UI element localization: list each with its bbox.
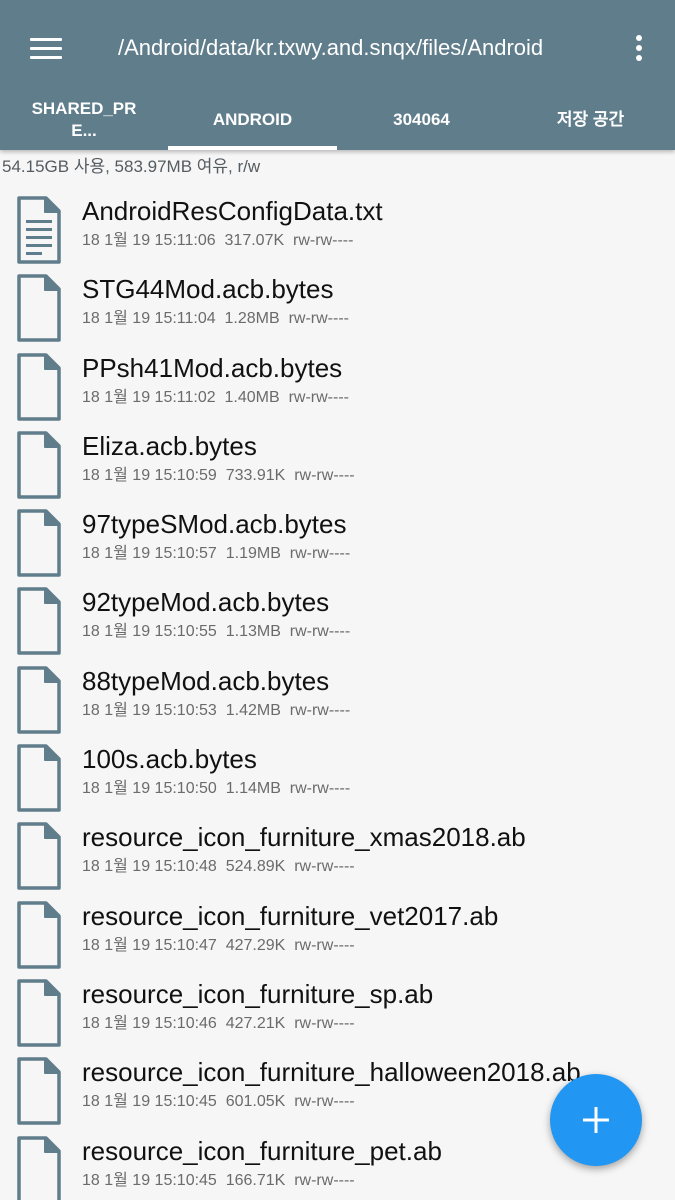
file-icon [16, 742, 62, 814]
file-icon [16, 507, 62, 579]
file-list: AndroidResConfigData.txt 18 1월 19 15:11:0… [0, 190, 675, 1200]
file-details: 18 1월 19 15:11:06 317.07K rw-rw---- [82, 232, 354, 249]
file-list-item[interactable]: 88typeMod.acb.bytes 18 1월 19 15:10:53 1.4… [0, 660, 675, 738]
file-details: 18 1월 19 15:10:48 524.89K rw-rw---- [82, 858, 355, 876]
file-name: PPsh41Mod.acb.bytes [82, 352, 343, 383]
tab-304064[interactable]: 304064 [337, 90, 506, 150]
hamburger-menu-icon[interactable] [22, 28, 70, 68]
selected-tab-indicator [168, 146, 337, 150]
file-details: 18 1월 19 15:10:45 166.71K rw-rw---- [82, 1171, 355, 1189]
storage-info: 54.15GB 사용, 583.97MB 여유, r/w [2, 157, 261, 176]
add-button[interactable] [550, 1074, 642, 1166]
file-list-item[interactable]: PPsh41Mod.acb.bytes 18 1월 19 15:11:02 1.4… [0, 347, 675, 425]
file-name: STG44Mod.acb.bytes [82, 274, 334, 305]
file-icon [16, 899, 62, 971]
file-icon [16, 351, 62, 423]
file-details: 18 1월 19 15:11:04 1.28MB rw-rw---- [82, 310, 349, 328]
tab-storage[interactable]: 저장 공간 [506, 90, 675, 150]
file-list-item[interactable]: resource_icon_furniture_xmas2018.ab 18 1월… [0, 816, 675, 894]
file-list-item[interactable]: 97typeSMod.acb.bytes 18 1월 19 15:10:57 1.… [0, 503, 675, 581]
file-name: resource_icon_furniture_sp.ab [82, 978, 434, 1009]
file-icon [16, 664, 62, 736]
file-details: 18 1월 19 15:10:47 427.29K rw-rw---- [82, 936, 355, 954]
tab-label: 저장 공간 [556, 110, 625, 129]
more-options-icon[interactable] [624, 28, 654, 68]
file-details: 18 1월 19 15:10:46 427.21K rw-rw---- [82, 1014, 355, 1032]
file-name: 88typeMod.acb.bytes [82, 665, 330, 696]
file-details: 18 1월 19 15:11:02 1.40MB rw-rw---- [82, 388, 349, 406]
current-path: /Android/data/kr.txwy.and.snqx/files/And… [118, 35, 544, 60]
text-file-icon [16, 194, 62, 266]
file-list-item[interactable]: 92typeMod.acb.bytes 18 1월 19 15:10:55 1.1… [0, 581, 675, 659]
file-icon [16, 429, 62, 501]
file-name: 97typeSMod.acb.bytes [82, 509, 347, 540]
file-list-item[interactable]: resource_icon_furniture_vet2017.ab 18 1월 … [0, 895, 675, 973]
file-list-item[interactable]: 100s.acb.bytes 18 1월 19 15:10:50 1.14MB r… [0, 738, 675, 816]
tab-android[interactable]: ANDROID [168, 90, 337, 150]
tab-label: 304064 [393, 110, 450, 129]
tab-label: ANDROID [212, 110, 293, 129]
file-list-item[interactable]: AndroidResConfigData.txt 18 1월 19 15:11:0… [0, 190, 675, 268]
file-list-item[interactable]: STG44Mod.acb.bytes 18 1월 19 15:11:04 1.28… [0, 268, 675, 346]
file-icon [16, 1055, 62, 1127]
app-bar: /Android/data/kr.txwy.and.snqx/files/And… [0, 0, 675, 150]
file-details: 18 1월 19 15:10:55 1.13MB rw-rw---- [82, 623, 351, 641]
file-icon [16, 1134, 62, 1200]
file-name: resource_icon_furniture_vet2017.ab [82, 900, 499, 931]
file-name: AndroidResConfigData.txt [82, 196, 383, 226]
file-details: 18 1월 19 15:10:50 1.14MB rw-rw---- [82, 780, 351, 798]
file-name: 92typeMod.acb.bytes [82, 587, 330, 618]
file-details: 18 1월 19 15:10:59 733.91K rw-rw---- [82, 466, 355, 484]
file-name: resource_icon_furniture_xmas2018.ab [82, 822, 526, 853]
file-manager-screen: /Android/data/kr.txwy.and.snqx/files/And… [0, 0, 675, 1200]
file-icon [16, 585, 62, 657]
file-name: Eliza.acb.bytes [82, 430, 257, 461]
file-details: 18 1월 19 15:10:57 1.19MB rw-rw---- [82, 545, 351, 563]
tab-label: SHARED_PRE... [31, 99, 137, 140]
file-list-item[interactable]: Eliza.acb.bytes 18 1월 19 15:10:59 733.91K… [0, 425, 675, 503]
tab-shared-prefs[interactable]: SHARED_PRE... [0, 90, 168, 150]
file-icon [16, 820, 62, 892]
file-details: 18 1월 19 15:10:53 1.42MB rw-rw---- [82, 701, 351, 719]
breadcrumb-tabs: SHARED_PRE... ANDROID 304064 저장 공간 [0, 90, 675, 150]
file-name: 100s.acb.bytes [82, 744, 257, 775]
plus-icon [583, 1107, 609, 1133]
file-icon [16, 977, 62, 1049]
file-icon [16, 272, 62, 344]
file-list-item[interactable]: resource_icon_furniture_sp.ab 18 1월 19 15… [0, 973, 675, 1051]
